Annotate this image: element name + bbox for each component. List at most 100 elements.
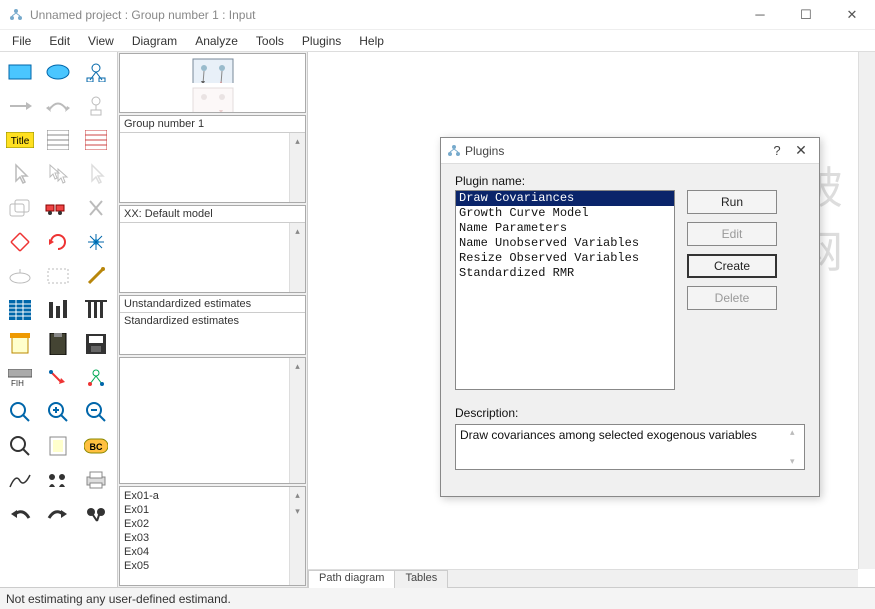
menu-file[interactable]: File <box>4 32 39 50</box>
tool-preserve-symm[interactable] <box>78 362 114 394</box>
desc-scroll[interactable]: ▴▾ <box>790 427 802 467</box>
tool-touch-up[interactable] <box>78 260 114 292</box>
tool-view-text[interactable] <box>40 328 76 360</box>
file-item[interactable]: Ex04 <box>124 545 301 559</box>
tool-calculate[interactable] <box>78 294 114 326</box>
file-item[interactable]: Ex02 <box>124 517 301 531</box>
menu-plugins[interactable]: Plugins <box>294 32 349 50</box>
tool-latent[interactable] <box>78 56 114 88</box>
tool-undo[interactable] <box>2 498 38 530</box>
tool-erase[interactable] <box>78 192 114 224</box>
file-item[interactable]: Ex05 <box>124 559 301 573</box>
tool-zoom-fit[interactable] <box>2 430 38 462</box>
plugin-list[interactable]: Draw Covariances Growth Curve Model Name… <box>455 190 675 390</box>
menu-analyze[interactable]: Analyze <box>187 32 246 50</box>
scrollbar[interactable]: ▴▾ <box>289 487 305 585</box>
tool-covariance-arrow[interactable] <box>40 90 76 122</box>
titlebar: Unnamed project : Group number 1 : Input… <box>0 0 875 30</box>
panel-models: XX: Default model ▴ <box>119 205 306 293</box>
tool-select-all[interactable] <box>40 158 76 190</box>
tool-multigroup[interactable] <box>40 464 76 496</box>
tool-data-files[interactable] <box>2 294 38 326</box>
model-item[interactable]: XX: Default model <box>120 206 305 223</box>
tool-loupe[interactable]: BC <box>78 430 114 462</box>
panel-estimates: Unstandardized estimates Standardized es… <box>119 295 306 355</box>
tool-rotate[interactable] <box>40 226 76 258</box>
create-button[interactable]: Create <box>687 254 777 278</box>
group-item[interactable]: Group number 1 <box>120 116 305 133</box>
tool-object-props[interactable]: FIH <box>2 362 38 394</box>
plugin-item[interactable]: Name Parameters <box>456 221 674 236</box>
file-item[interactable]: Ex01 <box>124 503 301 517</box>
tool-deselect[interactable] <box>78 158 114 190</box>
tool-duplicate[interactable] <box>2 192 38 224</box>
tool-path-arrow[interactable] <box>2 90 38 122</box>
edit-button[interactable]: Edit <box>687 222 777 246</box>
app-icon <box>8 7 24 23</box>
tool-ellipse[interactable] <box>40 56 76 88</box>
side-panel: Group number 1 ▴ XX: Default model ▴ Uns… <box>118 52 308 587</box>
tool-bayesian[interactable] <box>2 464 38 496</box>
svg-text:BC: BC <box>90 442 103 452</box>
tool-save[interactable] <box>78 328 114 360</box>
panel-parameters: ▴ <box>119 357 306 484</box>
description-box[interactable]: Draw covariances among selected exogenou… <box>455 424 805 470</box>
dialog-help-button[interactable]: ? <box>765 143 789 158</box>
menu-help[interactable]: Help <box>351 32 392 50</box>
file-item[interactable]: Ex01-a <box>124 489 301 503</box>
tool-shape-change[interactable] <box>2 226 38 258</box>
maximize-button[interactable]: ☐ <box>783 0 829 30</box>
menu-tools[interactable]: Tools <box>248 32 292 50</box>
menu-edit[interactable]: Edit <box>41 32 78 50</box>
plugin-item[interactable]: Growth Curve Model <box>456 206 674 221</box>
tool-zoom-in[interactable] <box>40 396 76 428</box>
run-button[interactable]: Run <box>687 190 777 214</box>
tool-dataset-list[interactable] <box>78 124 114 156</box>
delete-button[interactable]: Delete <box>687 286 777 310</box>
tool-redo[interactable] <box>40 498 76 530</box>
plugin-item[interactable]: Standardized RMR <box>456 266 674 281</box>
tool-variable-list[interactable] <box>40 124 76 156</box>
close-button[interactable]: ✕ <box>829 0 875 30</box>
tool-analysis-props[interactable] <box>40 294 76 326</box>
tool-spec-search[interactable] <box>78 498 114 530</box>
tool-reflect[interactable] <box>78 226 114 258</box>
dialog-close-button[interactable]: ✕ <box>789 142 813 159</box>
plugin-item[interactable]: Draw Covariances <box>456 191 674 206</box>
tool-select[interactable] <box>2 158 38 190</box>
tool-move[interactable] <box>40 192 76 224</box>
model-input-icon[interactable] <box>188 54 238 83</box>
model-output-icon[interactable] <box>188 83 238 112</box>
tool-title[interactable]: Title <box>2 124 38 156</box>
plugin-item[interactable]: Name Unobserved Variables <box>456 236 674 251</box>
vertical-scrollbar[interactable] <box>858 52 875 569</box>
minimize-button[interactable]: ─ <box>737 0 783 30</box>
tool-fit-page[interactable] <box>40 430 76 462</box>
estimates-unstd[interactable]: Unstandardized estimates <box>120 296 305 313</box>
tool-zoom-out[interactable] <box>78 396 114 428</box>
tool-move-param[interactable] <box>2 260 38 292</box>
scrollbar[interactable]: ▴ <box>289 133 305 202</box>
menu-view[interactable]: View <box>80 32 122 50</box>
tool-rectangle[interactable] <box>2 56 38 88</box>
content-area: Title <box>0 52 875 587</box>
plugin-item[interactable]: Resize Observed Variables <box>456 251 674 266</box>
tool-drag-props[interactable] <box>40 362 76 394</box>
dialog-titlebar[interactable]: Plugins ? ✕ <box>441 138 819 164</box>
description-text: Draw covariances among selected exogenou… <box>460 428 757 442</box>
toolbox: Title <box>0 52 118 587</box>
dialog-title-text: Plugins <box>465 144 765 158</box>
scrollbar[interactable]: ▴ <box>289 223 305 292</box>
tool-zoom-select[interactable] <box>2 396 38 428</box>
file-item[interactable]: Ex03 <box>124 531 301 545</box>
estimates-std[interactable]: Standardized estimates <box>120 313 305 329</box>
plugins-dialog: Plugins ? ✕ Plugin name: Draw Covariance… <box>440 137 820 497</box>
tab-path-diagram[interactable]: Path diagram <box>308 570 395 588</box>
tool-print[interactable] <box>78 464 114 496</box>
tool-copy-clipboard[interactable] <box>2 328 38 360</box>
tool-error-var[interactable] <box>78 90 114 122</box>
scrollbar[interactable]: ▴ <box>289 358 305 483</box>
tab-tables[interactable]: Tables <box>394 570 448 588</box>
tool-scroll[interactable] <box>40 260 76 292</box>
menu-diagram[interactable]: Diagram <box>124 32 185 50</box>
